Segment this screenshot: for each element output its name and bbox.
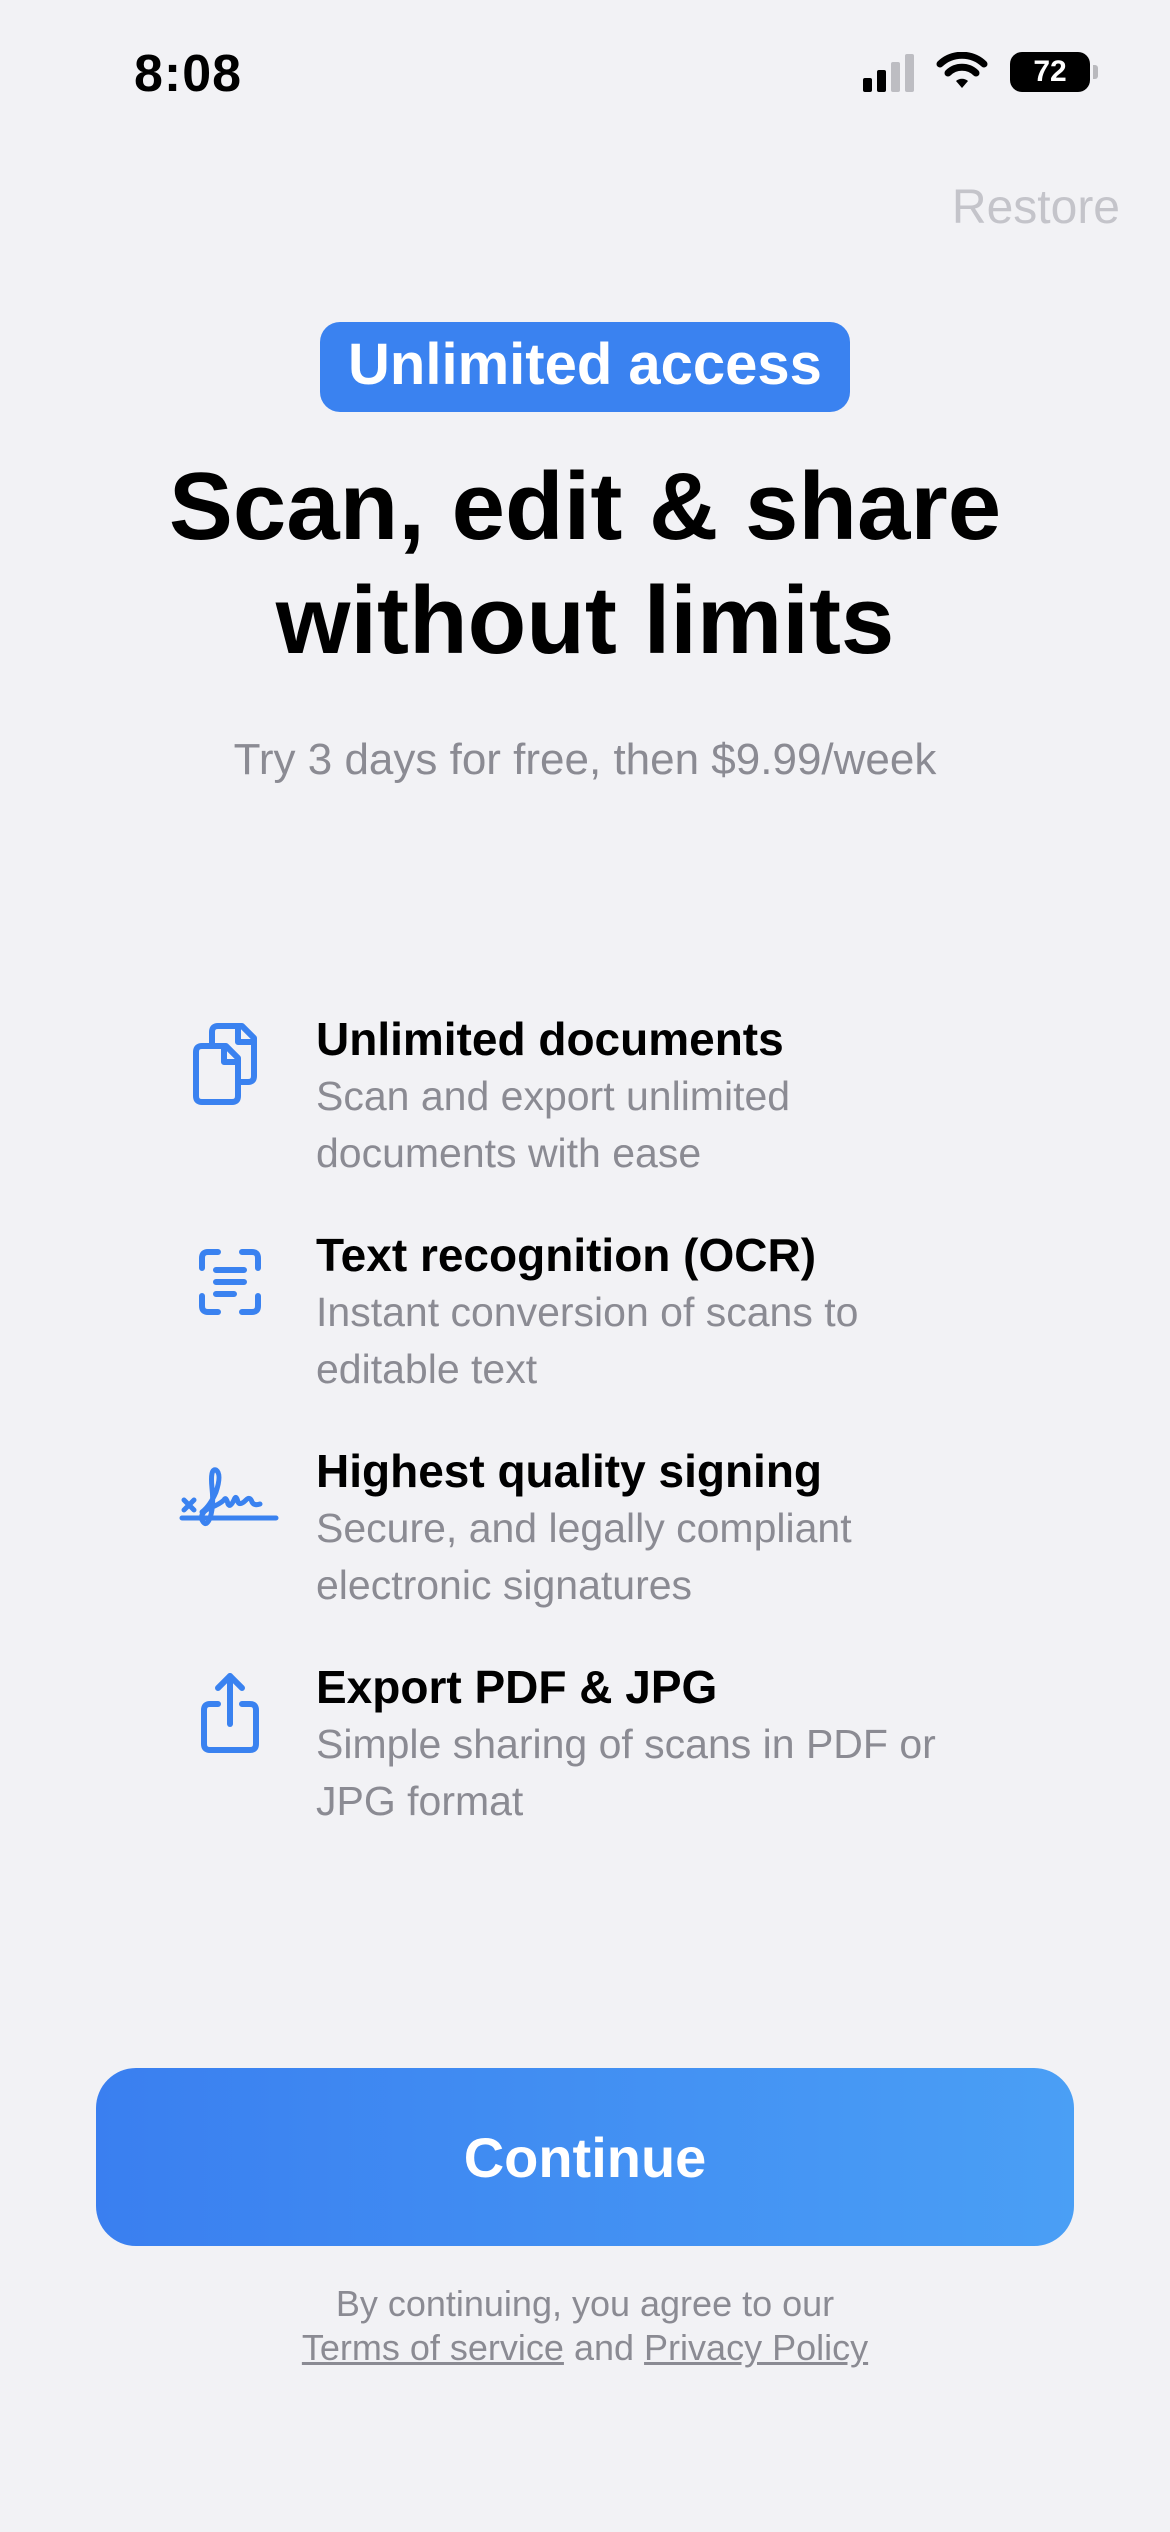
feature-title: Text recognition (OCR): [316, 1229, 817, 1281]
feature-description-line-1: Instant conversion of scans to: [316, 1289, 859, 1335]
battery-level: 72: [1033, 55, 1067, 88]
feature-description-line-2: documents with ease: [316, 1130, 702, 1176]
feature-description-line-2: electronic signatures: [316, 1562, 693, 1608]
feature-text: Highest quality signing Secure, and lega…: [316, 1442, 1036, 1614]
feature-item: Highest quality signing Secure, and lega…: [179, 1442, 1040, 1658]
unlimited-access-badge: Unlimited access: [320, 322, 850, 412]
cellular-signal-icon: [863, 52, 914, 92]
trial-subtitle: Try 3 days for free, then $9.99/week: [233, 735, 937, 784]
feature-description-line-2: JPG format: [316, 1778, 524, 1824]
feature-item: Unlimited documents Scan and export unli…: [180, 1010, 1040, 1226]
feature-description-line-1: Scan and export unlimited: [316, 1073, 791, 1119]
legal-line-2: Terms of service and Privacy Policy: [0, 2326, 1170, 2370]
feature-description-line-1: Simple sharing of scans in PDF or: [316, 1721, 936, 1767]
status-icons: 72: [863, 52, 1098, 92]
headline-line-1: Scan, edit & share: [168, 453, 1002, 560]
feature-description-line-1: Secure, and legally compliant: [316, 1505, 852, 1551]
legal-notice: By continuing, you agree to our Terms of…: [0, 2282, 1170, 2370]
documents-icon: [193, 1023, 257, 1105]
privacy-policy-link[interactable]: Privacy Policy: [644, 2327, 868, 2368]
text-scan-icon: [199, 1249, 261, 1315]
feature-item: Text recognition (OCR) Instant conversio…: [180, 1226, 1040, 1442]
feature-description-line-2: editable text: [316, 1346, 538, 1392]
headline: Scan, edit & share without limits: [0, 450, 1170, 678]
legal-and-text: and: [573, 2327, 635, 2368]
feature-title: Export PDF & JPG: [316, 1661, 718, 1713]
badge-container: Unlimited access: [0, 322, 1170, 412]
battery-icon: 72: [1010, 52, 1098, 92]
wifi-icon: [936, 52, 988, 88]
feature-text: Unlimited documents Scan and export unli…: [316, 1010, 1036, 1182]
terms-of-service-link[interactable]: Terms of service: [302, 2327, 564, 2368]
share-icon: [201, 1673, 259, 1753]
feature-title: Unlimited documents: [316, 1013, 784, 1065]
signature-icon: [179, 1467, 279, 1526]
feature-title: Highest quality signing: [316, 1445, 823, 1497]
feature-text: Text recognition (OCR) Instant conversio…: [316, 1226, 1036, 1398]
feature-item: Export PDF & JPG Simple sharing of scans…: [180, 1658, 1040, 1874]
headline-line-2: without limits: [275, 567, 895, 674]
status-time: 8:08: [134, 45, 243, 103]
feature-text: Export PDF & JPG Simple sharing of scans…: [316, 1658, 1036, 1830]
legal-line-1: By continuing, you agree to our: [335, 2283, 835, 2324]
status-bar: 8:08 72: [0, 0, 1170, 150]
restore-button[interactable]: Restore: [952, 180, 1120, 235]
continue-button[interactable]: Continue: [96, 2068, 1074, 2246]
feature-list: Unlimited documents Scan and export unli…: [179, 1010, 1040, 1874]
